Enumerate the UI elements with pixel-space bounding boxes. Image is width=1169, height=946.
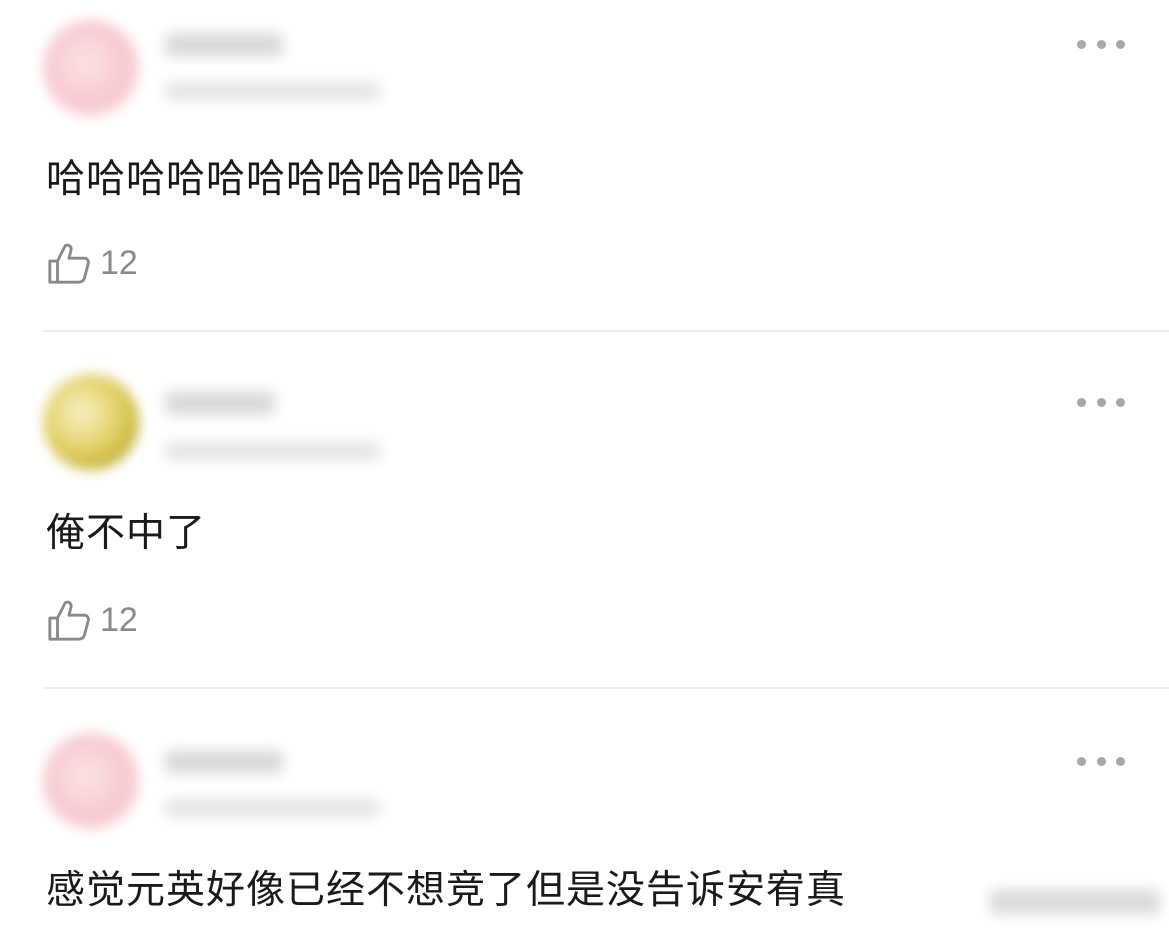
avatar[interactable]: [43, 733, 139, 829]
avatar[interactable]: [43, 374, 139, 470]
username-redacted: [165, 34, 283, 56]
more-dot: [1116, 397, 1125, 407]
thumbs-up-icon: [48, 600, 90, 641]
like-button[interactable]: 12: [46, 595, 138, 645]
more-dot: [1116, 39, 1125, 49]
username-redacted: [165, 751, 283, 773]
comment-meta-redacted: [165, 82, 380, 100]
comment-meta-redacted: [165, 442, 380, 460]
comment-text: 感觉元英好像已经不想竞了但是没告诉安宥真: [46, 868, 847, 913]
more-options-button[interactable]: [1077, 396, 1125, 408]
more-dots-icon: [1077, 397, 1086, 407]
comment-item: 感觉元英好像已经不想竞了但是没告诉安宥真: [0, 691, 1169, 946]
more-dots-icon: [1077, 756, 1086, 766]
avatar[interactable]: [43, 20, 139, 116]
like-count: 12: [100, 600, 138, 639]
more-dot: [1096, 39, 1106, 49]
like-button[interactable]: 12: [46, 238, 138, 288]
more-options-button[interactable]: [1077, 38, 1125, 50]
comment-text: 哈哈哈哈哈哈哈哈哈哈哈哈: [46, 157, 527, 202]
more-options-button[interactable]: [1077, 755, 1125, 767]
comment-item: 哈哈哈哈哈哈哈哈哈哈哈哈 12: [0, 0, 1169, 332]
comment-text: 俺不中了: [46, 511, 207, 556]
divider: [43, 687, 1169, 689]
divider: [43, 330, 1169, 332]
redacted-text: [990, 889, 1160, 915]
more-dot: [1096, 756, 1106, 766]
more-dot: [1096, 397, 1106, 407]
thumbs-up-icon: [48, 243, 90, 284]
more-dot: [1116, 756, 1125, 766]
username-redacted: [165, 392, 275, 414]
more-dots-icon: [1077, 39, 1086, 49]
like-count: 12: [100, 243, 138, 282]
comment-meta-redacted: [165, 799, 380, 817]
comment-item: 俺不中了 12: [0, 334, 1169, 689]
